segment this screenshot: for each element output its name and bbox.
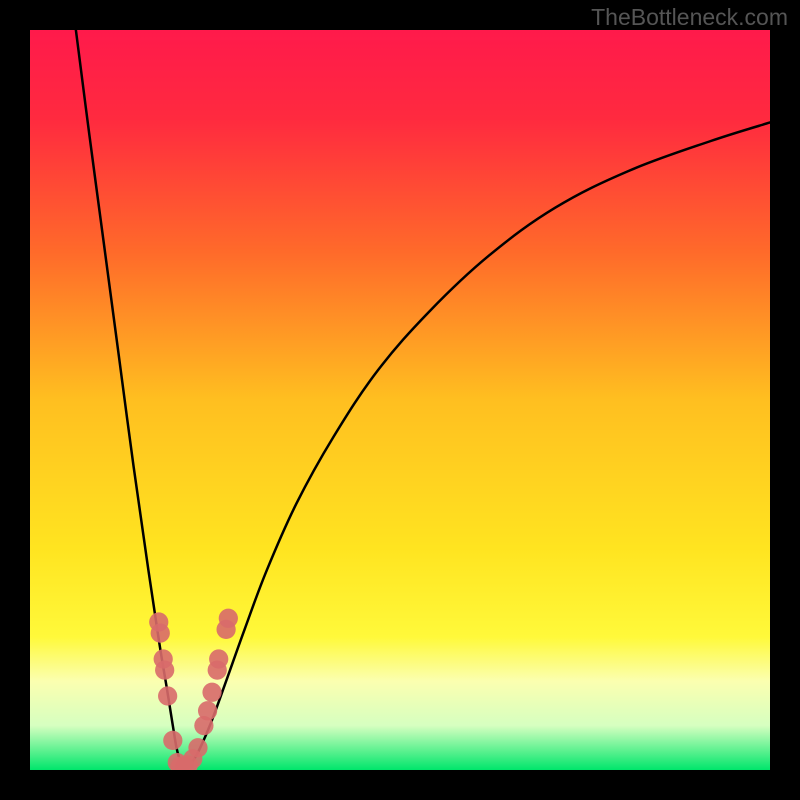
- plot-area: [30, 30, 770, 770]
- plot-svg: [30, 30, 770, 770]
- scatter-point: [198, 701, 217, 720]
- scatter-point: [163, 731, 182, 750]
- scatter-point: [158, 686, 177, 705]
- chart-frame: TheBottleneck.com: [0, 0, 800, 800]
- scatter-point: [151, 623, 170, 642]
- scatter-point: [188, 738, 207, 757]
- watermark-text: TheBottleneck.com: [591, 4, 788, 31]
- gradient-background: [30, 30, 770, 770]
- scatter-point: [155, 660, 174, 679]
- scatter-point: [219, 609, 238, 628]
- scatter-point: [202, 683, 221, 702]
- scatter-point: [209, 649, 228, 668]
